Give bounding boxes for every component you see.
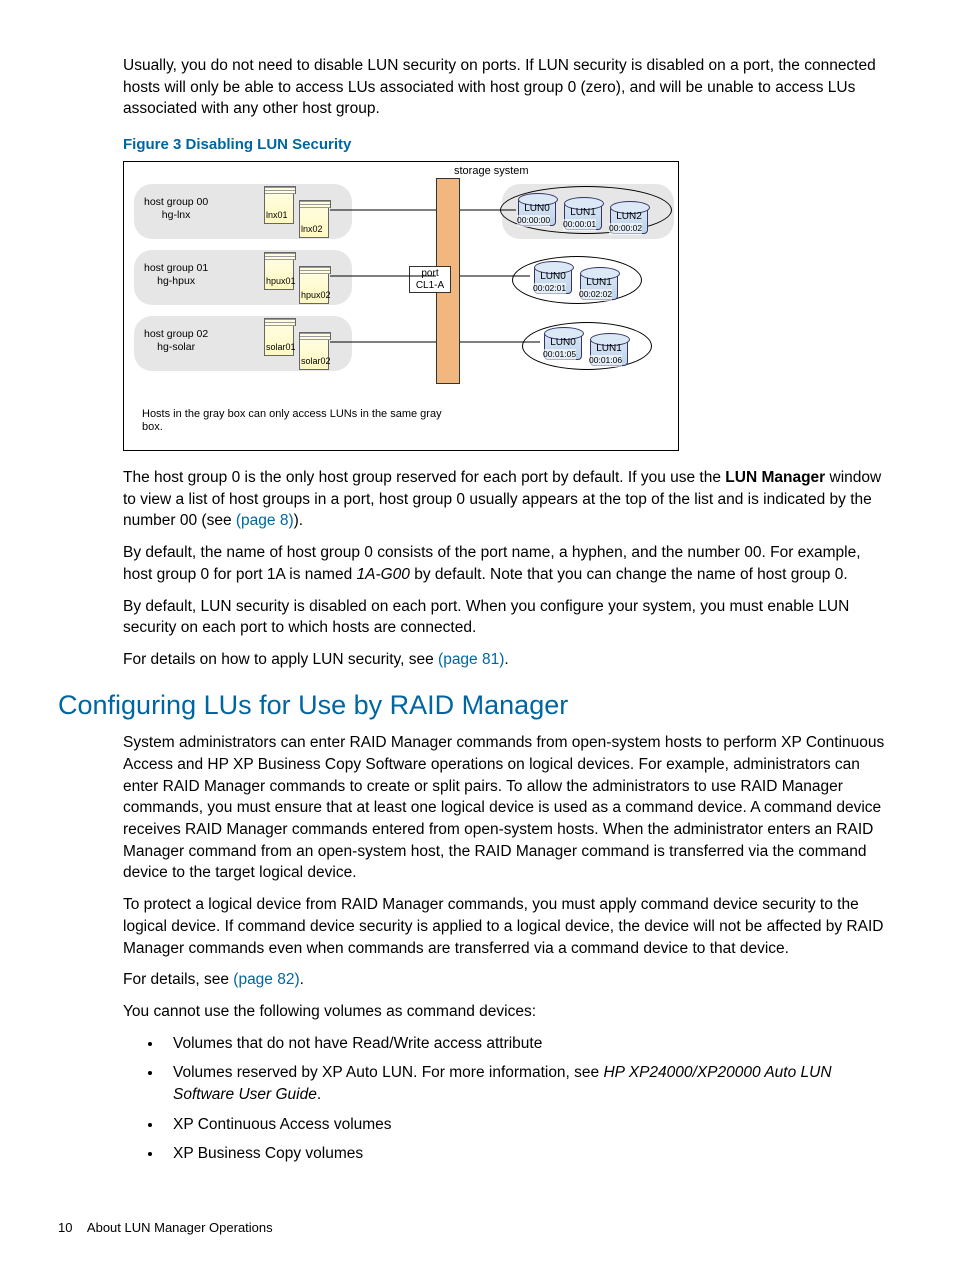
footer-page-number: 10: [58, 1220, 72, 1235]
para2-post: ).: [294, 512, 303, 529]
paragraph-command-device-security: To protect a logical device from RAID Ma…: [123, 894, 894, 959]
para8-pre: For details, see: [123, 971, 233, 988]
paragraph-default-name: By default, the name of host group 0 con…: [123, 542, 894, 585]
para2-pre: The host group 0 is the only host group …: [123, 469, 725, 486]
intro-paragraph: Usually, you do not need to disable LUN …: [123, 55, 894, 120]
command-device-restrictions-list: Volumes that do not have Read/Write acce…: [163, 1033, 894, 1165]
para8-post: .: [300, 971, 304, 988]
paragraph-lun-security-default: By default, LUN security is disabled on …: [123, 596, 894, 639]
page-footer: 10 About LUN Manager Operations: [58, 1219, 273, 1237]
list-item: XP Continuous Access volumes: [163, 1114, 894, 1136]
footer-section-title: About LUN Manager Operations: [87, 1220, 273, 1235]
b2-pre: Volumes reserved by XP Auto LUN. For mor…: [173, 1064, 603, 1081]
list-item: XP Business Copy volumes: [163, 1143, 894, 1165]
diagram-figure: storage system host group 00 hg-lnx host…: [123, 161, 679, 451]
paragraph-cannot-use: You cannot use the following volumes as …: [123, 1001, 894, 1023]
para3-italic: 1A-G00: [357, 566, 410, 583]
figure-caption: Figure 3 Disabling LUN Security: [123, 134, 894, 155]
para3-post: by default. Note that you can change the…: [410, 566, 848, 583]
link-page-82[interactable]: (page 82): [233, 971, 299, 988]
diagram-note: Hosts in the gray box can only access LU…: [142, 408, 462, 434]
para5-pre: For details on how to apply LUN security…: [123, 651, 438, 668]
para5-post: .: [504, 651, 508, 668]
link-page-81[interactable]: (page 81): [438, 651, 504, 668]
list-item: Volumes that do not have Read/Write acce…: [163, 1033, 894, 1055]
heading-configuring-lus: Configuring LUs for Use by RAID Manager: [58, 687, 894, 725]
para2-bold: LUN Manager: [725, 469, 825, 486]
list-item: Volumes reserved by XP Auto LUN. For mor…: [163, 1062, 894, 1105]
b2-post: .: [317, 1086, 321, 1103]
paragraph-raid-intro: System administrators can enter RAID Man…: [123, 732, 894, 884]
paragraph-hostgroup0: The host group 0 is the only host group …: [123, 467, 894, 532]
paragraph-details-link: For details, see (page 82).: [123, 969, 894, 991]
paragraph-lun-security-details: For details on how to apply LUN security…: [123, 649, 894, 671]
link-page-8[interactable]: (page 8): [236, 512, 294, 529]
